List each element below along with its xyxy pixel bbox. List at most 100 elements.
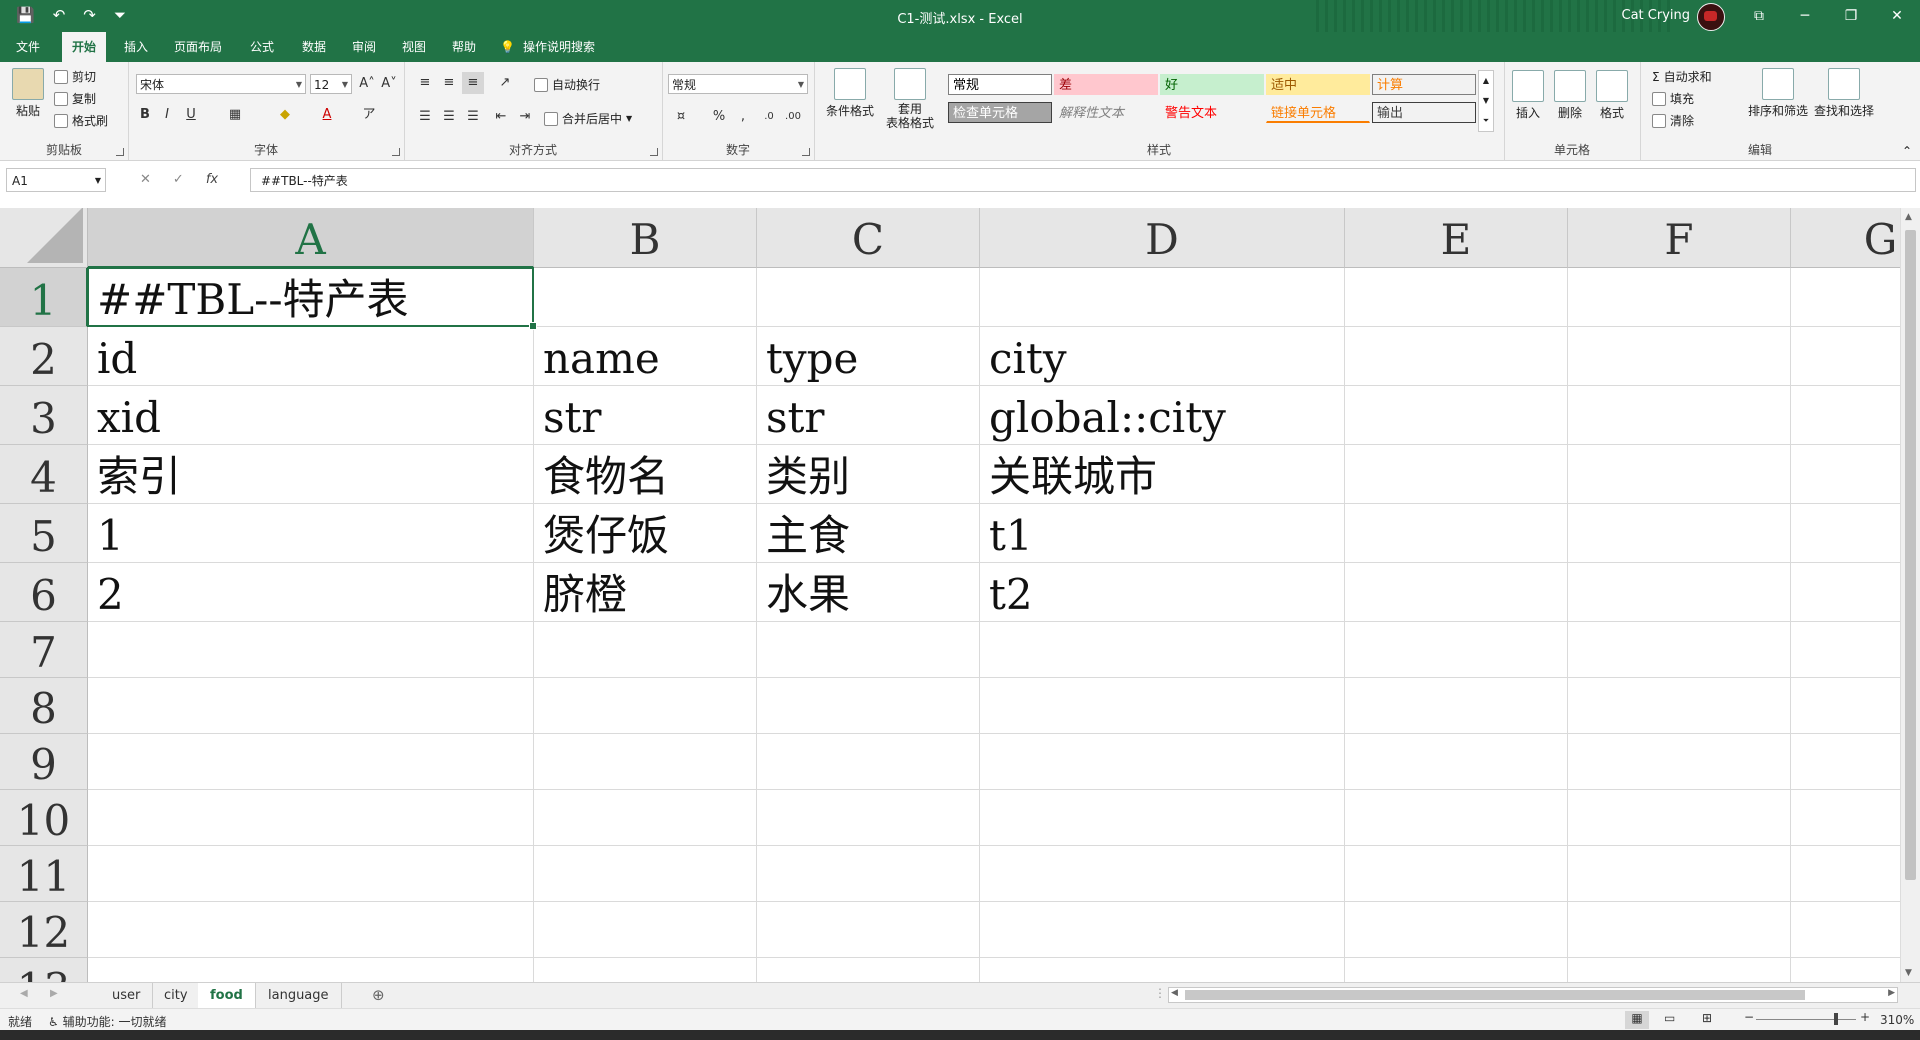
align-right-icon[interactable]: ☰: [462, 106, 484, 128]
sheet-nav-prev-icon[interactable]: ◀: [20, 988, 28, 999]
minimize-button[interactable]: ─: [1782, 0, 1828, 32]
collapse-ribbon-icon[interactable]: ⌃: [1902, 144, 1912, 158]
borders-icon[interactable]: ▦: [224, 104, 246, 126]
page-break-view-icon[interactable]: ⊞: [1702, 1011, 1712, 1025]
column-header-e[interactable]: E: [1345, 208, 1568, 268]
align-top-icon[interactable]: ≡: [414, 72, 436, 94]
tab-view[interactable]: 视图: [392, 32, 436, 62]
paste-button[interactable]: 粘贴: [8, 68, 48, 119]
number-format-select[interactable]: 常规 ▼: [668, 74, 808, 94]
cell-style-4[interactable]: 计算: [1372, 74, 1476, 95]
column-header-b[interactable]: B: [534, 208, 757, 268]
tab-page-layout[interactable]: 页面布局: [164, 32, 232, 62]
tab-formulas[interactable]: 公式: [240, 32, 284, 62]
cell-a5[interactable]: 1: [88, 504, 124, 563]
cell-c5[interactable]: 主食: [757, 504, 850, 563]
column-header-f[interactable]: F: [1568, 208, 1791, 268]
cell-a6[interactable]: 2: [88, 563, 124, 622]
comma-button[interactable]: ,: [732, 106, 754, 128]
clipboard-launcher-icon[interactable]: [116, 148, 124, 156]
row-header-3[interactable]: 3: [0, 386, 88, 445]
cell-b4[interactable]: 食物名: [534, 445, 669, 504]
normal-view-icon[interactable]: ▦: [1625, 1011, 1649, 1029]
cell-a2[interactable]: id: [88, 327, 137, 386]
row-header-4[interactable]: 4: [0, 445, 88, 504]
column-header-d[interactable]: D: [980, 208, 1345, 268]
percent-button[interactable]: %: [708, 106, 730, 128]
cell-style-7[interactable]: 警告文本: [1160, 102, 1264, 123]
cell-c2[interactable]: type: [757, 327, 858, 386]
merge-center-button[interactable]: 合并后居中 ▼: [544, 110, 632, 127]
gallery-scroll[interactable]: ▲ ▼ ⏷: [1478, 70, 1494, 132]
cell-c4[interactable]: 类别: [757, 445, 850, 504]
column-header-c[interactable]: C: [757, 208, 980, 268]
tab-home[interactable]: 开始: [62, 32, 107, 62]
align-middle-icon[interactable]: ≡: [438, 72, 460, 94]
insert-function-icon[interactable]: fx: [206, 168, 218, 192]
restore-button[interactable]: ❐: [1828, 0, 1874, 32]
enter-icon[interactable]: ✓: [173, 168, 184, 192]
phonetic-icon[interactable]: ア: [358, 104, 380, 126]
cell-a4[interactable]: 索引: [88, 445, 181, 504]
cell-style-6[interactable]: 解释性文本: [1054, 102, 1158, 123]
row-header-13[interactable]: 13: [0, 958, 88, 982]
tab-help[interactable]: 帮助: [442, 32, 486, 62]
autosum-button[interactable]: Σ 自动求和: [1652, 68, 1712, 85]
cell-c3[interactable]: str: [757, 386, 825, 445]
align-left-icon[interactable]: ☰: [414, 106, 436, 128]
cell-style-9[interactable]: 输出: [1372, 102, 1476, 123]
ribbon-display-button[interactable]: ⧉: [1736, 0, 1782, 32]
font-launcher-icon[interactable]: [392, 148, 400, 156]
row-header-10[interactable]: 10: [0, 790, 88, 846]
fill-color-icon[interactable]: ◆: [274, 104, 296, 126]
fill-button[interactable]: 填充: [1652, 90, 1694, 107]
tab-insert[interactable]: 插入: [114, 32, 158, 62]
cell-d5[interactable]: t1: [980, 504, 1033, 563]
zoom-level[interactable]: 310%: [1880, 1013, 1914, 1027]
decrease-indent-icon[interactable]: ⇤: [490, 106, 512, 128]
add-sheet-icon[interactable]: ⊕: [372, 986, 385, 1004]
wrap-text-button[interactable]: 自动换行: [534, 76, 600, 93]
cancel-icon[interactable]: ✕: [140, 168, 151, 192]
cell-style-0[interactable]: 常规: [948, 74, 1052, 95]
grow-font-button[interactable]: A˄: [356, 73, 378, 95]
cell-c6[interactable]: 水果: [757, 563, 850, 622]
bold-button[interactable]: B: [134, 104, 156, 126]
orientation-icon[interactable]: ↗: [494, 72, 516, 94]
row-header-9[interactable]: 9: [0, 734, 88, 790]
horizontal-scroll-thumb[interactable]: [1185, 990, 1805, 1000]
decrease-decimal-icon[interactable]: .00: [782, 106, 804, 128]
avatar[interactable]: [1697, 3, 1725, 31]
vertical-scrollbar[interactable]: ▲ ▼: [1900, 208, 1920, 982]
cut-button[interactable]: 剪切: [54, 68, 96, 85]
cell-b6[interactable]: 脐橙: [534, 563, 627, 622]
sheet-tab-city[interactable]: city: [152, 983, 201, 1009]
insert-cells-button[interactable]: 插入: [1508, 70, 1548, 121]
tell-me-search[interactable]: 💡 操作说明搜索: [500, 32, 595, 62]
tab-data[interactable]: 数据: [292, 32, 336, 62]
zoom-in-button[interactable]: +: [1860, 1010, 1870, 1024]
name-box[interactable]: A1 ▼: [6, 168, 106, 192]
select-all-corner[interactable]: [0, 208, 88, 268]
increase-decimal-icon[interactable]: .0: [758, 106, 780, 128]
sort-filter-button[interactable]: 排序和筛选: [1746, 68, 1810, 119]
delete-cells-button[interactable]: 删除: [1550, 70, 1590, 121]
font-color-icon[interactable]: A: [316, 104, 338, 126]
cell-a3[interactable]: xid: [88, 386, 161, 445]
tab-file[interactable]: 文件: [6, 32, 50, 62]
copy-button[interactable]: 复制: [54, 90, 96, 107]
column-header-a[interactable]: A: [88, 208, 534, 268]
row-header-7[interactable]: 7: [0, 622, 88, 678]
split-handle-icon[interactable]: ⋮: [1154, 986, 1166, 1000]
horizontal-scrollbar[interactable]: ◀ ▶: [1168, 987, 1898, 1003]
accessibility-status[interactable]: ♿ 辅助功能: 一切就绪: [48, 1013, 166, 1030]
user-name[interactable]: Cat Crying: [1622, 8, 1691, 23]
row-header-1[interactable]: 1: [0, 268, 88, 327]
zoom-slider-thumb[interactable]: [1834, 1013, 1838, 1025]
scroll-down-icon[interactable]: ▼: [1905, 968, 1912, 978]
cell-d3[interactable]: global::city: [980, 386, 1226, 445]
zoom-out-button[interactable]: −: [1744, 1010, 1754, 1024]
conditional-formatting-button[interactable]: 条件格式: [822, 68, 878, 119]
close-button[interactable]: ✕: [1874, 0, 1920, 32]
increase-indent-icon[interactable]: ⇥: [514, 106, 536, 128]
